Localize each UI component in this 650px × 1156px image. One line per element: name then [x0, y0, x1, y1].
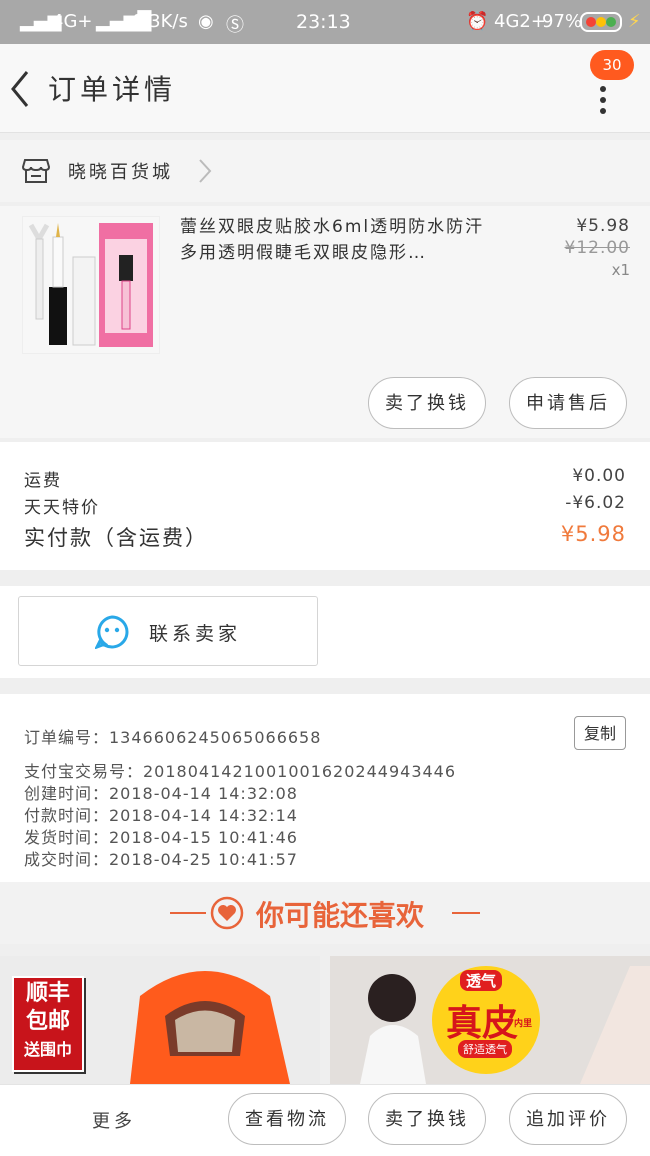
- network-type: 4G+: [52, 11, 93, 32]
- battery-icon: [580, 12, 624, 37]
- completed-time: 成交时间：2018-04-25 10:41:57: [24, 850, 298, 869]
- order-item: 蕾丝双眼皮贴胶水6ml透明防水防汗 多用透明假睫毛双眼皮隐形… ¥5.98 ¥1…: [0, 206, 650, 438]
- shop-name: 晓晓百货城: [68, 162, 173, 183]
- badge-line-2: 包邮: [25, 1009, 70, 1034]
- back-icon[interactable]: [10, 70, 30, 112]
- recommended-product-1[interactable]: 顺丰 包邮 送围巾: [0, 956, 320, 1084]
- network-speed: 0.3K/s: [132, 11, 188, 32]
- battery-percent: 97%: [542, 11, 583, 32]
- order-info: 订单编号：1346606245065066658 复制 支付宝交易号：20180…: [0, 694, 650, 882]
- page-title: 订单详情: [48, 73, 177, 106]
- product-thumbnail[interactable]: [22, 216, 160, 354]
- shop-row[interactable]: 晓晓百货城: [0, 140, 650, 202]
- fee-summary: 运费 ¥0.00 天天特价 -¥6.02 实付款（含运费） ¥5.98: [0, 442, 650, 570]
- clock: 23:13: [296, 11, 351, 33]
- alarm-icon: ⏰: [466, 11, 489, 32]
- more-menu-icon[interactable]: [600, 86, 608, 119]
- shipping-label: 运费: [24, 471, 62, 491]
- recommend-header: 你可能还喜欢: [0, 882, 650, 944]
- heart-icon: [210, 896, 244, 934]
- sell-exchange-button[interactable]: 卖了换钱: [368, 1093, 486, 1145]
- free-shipping-badge: 顺丰 包邮 送围巾: [12, 976, 84, 1072]
- store-icon: [21, 156, 51, 188]
- more-button[interactable]: 更多: [92, 1107, 136, 1133]
- total-value: ¥5.98: [560, 522, 626, 546]
- after-sale-button[interactable]: 申请售后: [509, 377, 627, 429]
- charging-icon: ⚡: [628, 11, 641, 32]
- divider-left: [170, 912, 206, 914]
- created-time: 创建时间：2018-04-14 14:32:08: [24, 784, 298, 803]
- contact-seller-label: 联系卖家: [149, 623, 242, 645]
- order-number: 订单编号：1346606245065066658: [24, 728, 322, 747]
- top-nav: 订单详情 30: [0, 44, 650, 133]
- bottom-action-bar: 更多 查看物流 卖了换钱 追加评价: [0, 1084, 650, 1156]
- inner-tag: 内里: [514, 1019, 533, 1029]
- discount-label: 天天特价: [24, 498, 100, 518]
- add-review-button[interactable]: 追加评价: [509, 1093, 627, 1145]
- exchange-button[interactable]: 卖了换钱: [368, 377, 486, 429]
- shipped-time: 发货时间：2018-04-15 10:41:46: [24, 828, 298, 847]
- contact-seller-button[interactable]: 联系卖家: [18, 596, 318, 666]
- product-price: ¥5.98: [576, 216, 630, 236]
- product-quantity: x1: [611, 261, 630, 279]
- chevron-right-icon: [198, 158, 212, 188]
- leather-text: 真皮: [446, 1003, 519, 1044]
- shipping-value: ¥0.00: [572, 466, 626, 486]
- copy-button[interactable]: 复制: [574, 716, 626, 750]
- contact-section: 联系卖家: [0, 586, 650, 678]
- comfort-tag: 舒适透气: [458, 1040, 512, 1058]
- badge-line-1: 顺丰: [25, 981, 70, 1006]
- recommend-title: 你可能还喜欢: [256, 899, 425, 932]
- notification-badge[interactable]: 30: [590, 50, 634, 80]
- status-bar: ▂▄▆ 4G+ ▂▄▆█ 0.3K/s ◉ Ⓢ 23:13 ⏰ 4G2+ 97%…: [0, 0, 650, 44]
- breathable-tag: 透气: [460, 970, 503, 991]
- badge-line-3: 送围巾: [23, 1040, 72, 1059]
- discount-value: -¥6.02: [565, 493, 626, 513]
- leather-badge: 透气 真皮 内里 舒适透气: [432, 966, 540, 1074]
- view-logistics-button[interactable]: 查看物流: [228, 1093, 346, 1145]
- original-price: ¥12.00: [564, 238, 630, 258]
- divider-right: [452, 912, 480, 914]
- recommended-product-2[interactable]: 透气 真皮 内里 舒适透气: [330, 956, 650, 1084]
- paid-time: 付款时间：2018-04-14 14:32:14: [24, 806, 298, 825]
- network-type-2: 4G2+: [494, 11, 546, 32]
- alipay-number: 支付宝交易号：2018041421001001620244943446: [24, 762, 457, 781]
- total-label: 实付款（含运费）: [24, 526, 208, 550]
- chat-icon: [93, 615, 129, 653]
- sync-icon: ◉: [198, 11, 214, 32]
- s-icon: Ⓢ: [226, 15, 244, 36]
- product-title[interactable]: 蕾丝双眼皮贴胶水6ml透明防水防汗 多用透明假睫毛双眼皮隐形…: [180, 214, 498, 266]
